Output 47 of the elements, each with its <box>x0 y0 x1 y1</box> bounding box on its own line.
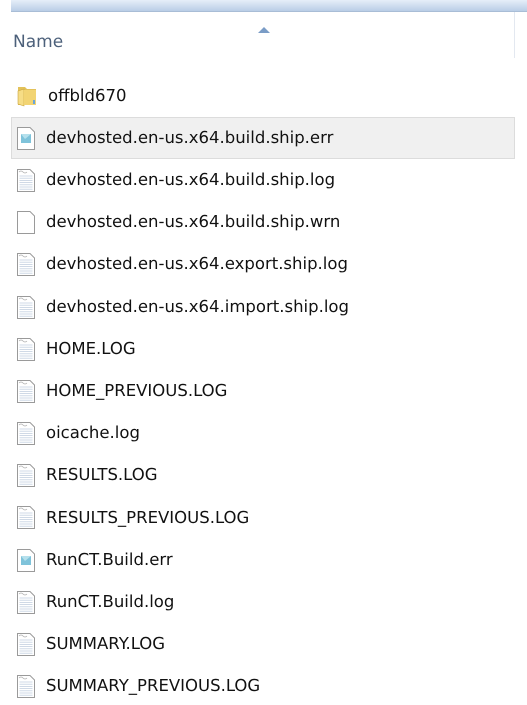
file-name: RESULTS.LOG <box>46 464 158 486</box>
file-name: devhosted.en-us.x64.import.ship.log <box>46 296 349 318</box>
file-name: devhosted.en-us.x64.build.ship.wrn <box>46 211 340 234</box>
text-file-icon <box>16 252 36 278</box>
file-row[interactable]: SUMMARY.LOG <box>11 623 515 666</box>
file-row[interactable]: devhosted.en-us.x64.export.ship.log <box>11 244 515 286</box>
text-file-icon <box>16 168 36 193</box>
file-row[interactable]: devhosted.en-us.x64.import.ship.log <box>11 286 515 328</box>
file-name: devhosted.en-us.x64.build.ship.err <box>46 126 334 149</box>
text-file-icon <box>16 463 36 488</box>
file-row[interactable]: devhosted.en-us.x64.build.ship.wrn <box>11 202 515 244</box>
text-file-icon <box>16 674 36 700</box>
file-row[interactable]: HOME.LOG <box>11 328 515 370</box>
file-name: offbld670 <box>48 84 126 107</box>
file-name: RESULTS_PREVIOUS.LOG <box>46 506 250 529</box>
file-row[interactable]: offbld670 <box>11 75 515 118</box>
file-row[interactable]: RunCT.Build.err <box>11 539 515 582</box>
file-name: RunCT.Build.err <box>46 548 173 571</box>
column-header[interactable]: Name <box>11 12 515 58</box>
file-name: SUMMARY.LOG <box>46 633 166 656</box>
file-row[interactable]: RunCT.Build.log <box>11 581 515 624</box>
file-row[interactable]: devhosted.en-us.x64.build.ship.log <box>11 159 515 202</box>
file-name: RunCT.Build.log <box>46 590 174 613</box>
file-name: devhosted.en-us.x64.build.ship.log <box>46 169 336 192</box>
text-file-icon <box>16 590 36 615</box>
file-row[interactable]: HOME_PREVIOUS.LOG <box>11 370 515 412</box>
file-row[interactable]: RESULTS.LOG <box>11 454 515 497</box>
blank-file-icon <box>16 210 36 236</box>
file-row[interactable]: RESULTS_PREVIOUS.LOG <box>11 496 515 540</box>
document-icon <box>16 548 36 573</box>
file-name: SUMMARY_PREVIOUS.LOG <box>46 675 260 698</box>
column-header-label: Name <box>13 31 64 54</box>
file-row[interactable]: SUMMARY_PREVIOUS.LOG <box>11 666 515 705</box>
file-name: HOME_PREVIOUS.LOG <box>46 380 228 402</box>
folder-icon <box>16 84 38 108</box>
file-name: devhosted.en-us.x64.export.ship.log <box>46 253 348 276</box>
file-name: HOME.LOG <box>46 338 136 360</box>
text-file-icon <box>16 632 36 658</box>
text-file-icon <box>16 378 36 404</box>
file-name: oicache.log <box>46 422 140 444</box>
document-icon <box>16 126 36 151</box>
text-file-icon <box>16 505 36 530</box>
text-file-icon <box>16 421 36 446</box>
file-row[interactable]: oicache.log <box>11 412 515 455</box>
file-row[interactable]: devhosted.en-us.x64.build.ship.err <box>11 117 515 160</box>
text-file-icon <box>16 294 36 320</box>
text-file-icon <box>16 336 36 362</box>
